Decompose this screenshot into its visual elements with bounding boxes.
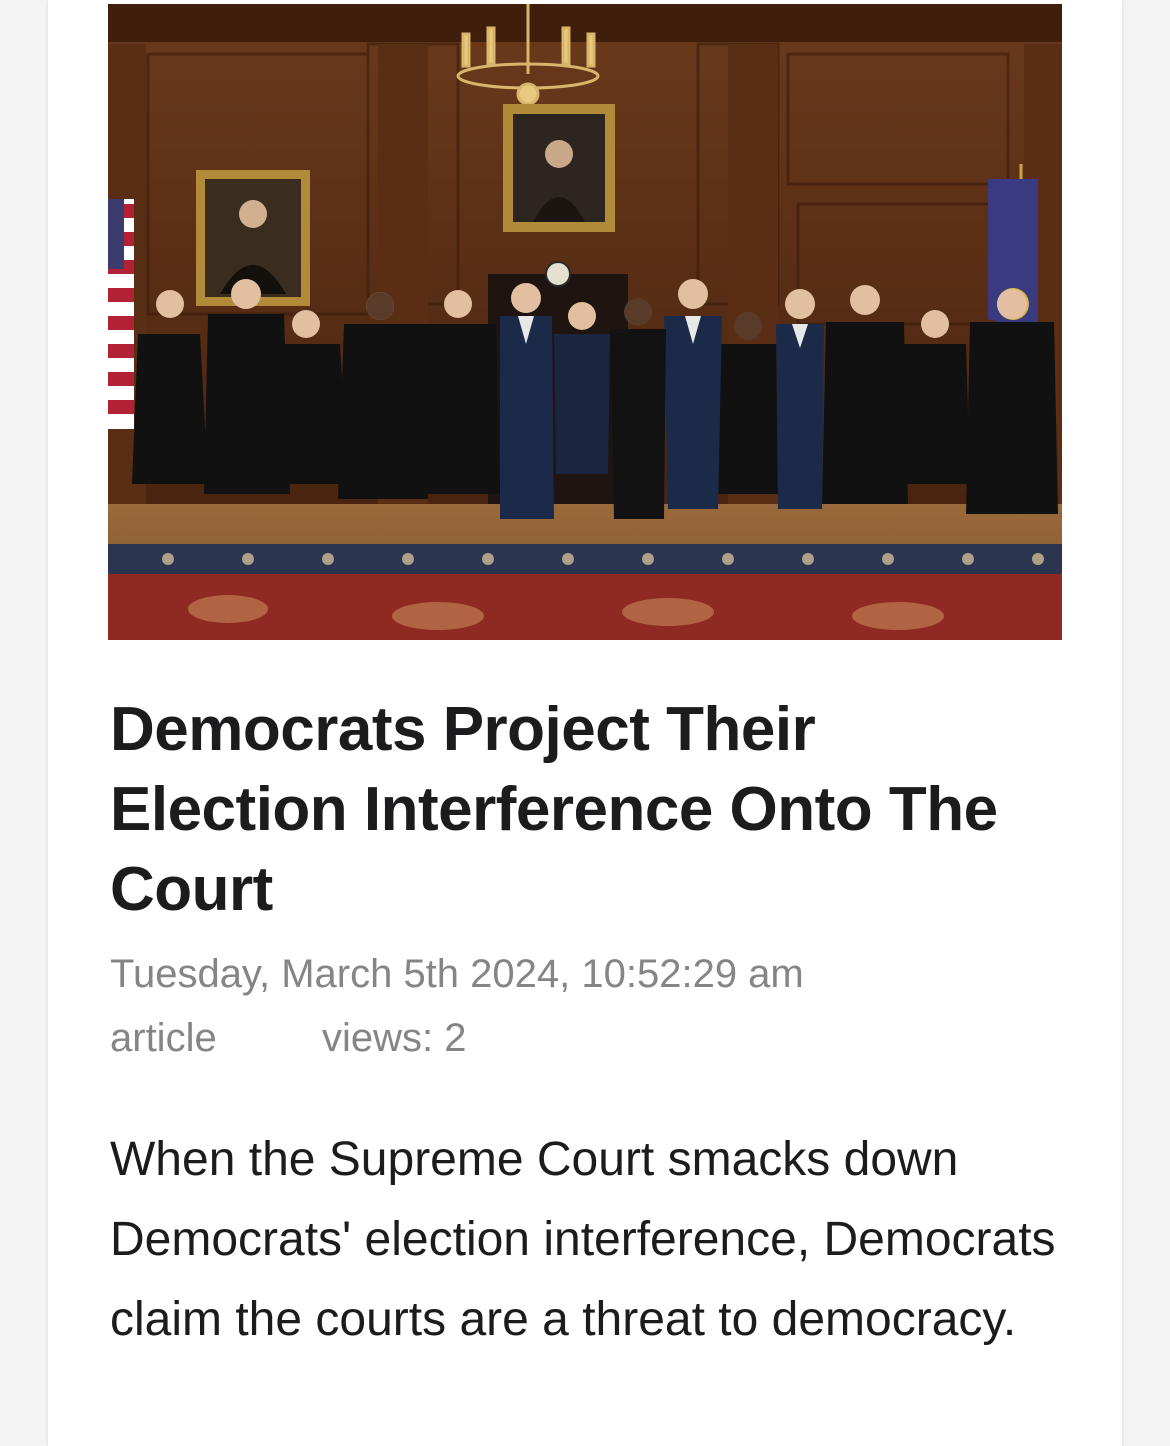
article-category[interactable]: article xyxy=(110,1016,217,1060)
article-date: Tuesday, March 5th 2024, 10:52:29 am xyxy=(110,952,804,996)
view-count: views: 2 xyxy=(322,1016,467,1060)
article-body: When the Supreme Court smacks down Democ… xyxy=(110,1133,1056,1346)
article-hero-image[interactable] xyxy=(108,4,1062,640)
article-title: Democrats Project Their Election Interfe… xyxy=(110,695,998,924)
article-meta-row: article views: 2 xyxy=(110,1012,467,1064)
